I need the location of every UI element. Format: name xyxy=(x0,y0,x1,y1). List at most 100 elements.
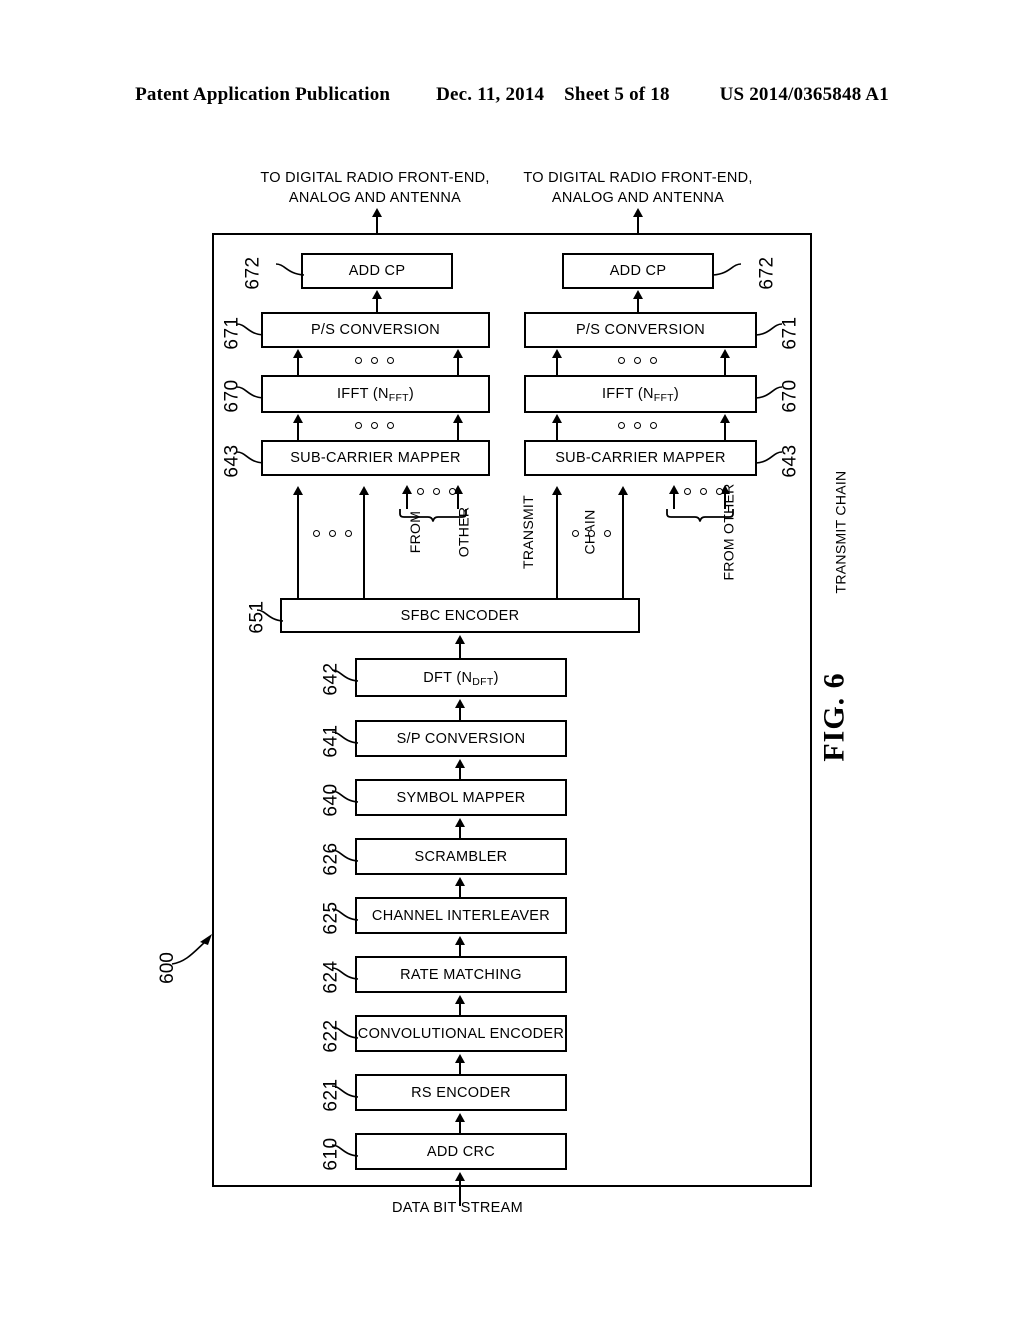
arrow-conv-to-ratematch-head xyxy=(455,995,465,1004)
box-ifft-right-label: IFFT (N xyxy=(601,386,654,402)
box-add-cp-left-label: ADD CP xyxy=(348,263,406,279)
ellipsis-scm-ifft-right xyxy=(618,422,657,429)
box-ps-conversion-right-label: P/S CONVERSION xyxy=(575,322,706,338)
from-other-left-word-2: TRANSMIT xyxy=(519,495,536,569)
box-add-cp-left[interactable]: ADD CP xyxy=(301,253,453,289)
box-symbol-mapper[interactable]: SYMBOL MAPPER xyxy=(355,779,567,816)
arrow-rs-to-conv-head xyxy=(455,1054,465,1063)
box-sp-conversion[interactable]: S/P CONVERSION xyxy=(355,720,567,757)
box-rs-encoder[interactable]: RS ENCODER xyxy=(355,1074,567,1111)
arrow-scm-to-ifft-right-b-shaft xyxy=(724,422,726,441)
other-chain-right-1-shaft xyxy=(673,493,675,509)
arrow-ifft-to-ps-left-a-shaft xyxy=(297,357,299,376)
box-channel-interleaver-label: CHANNEL INTERLEAVER xyxy=(371,907,551,924)
arrow-crc-to-rs-shaft xyxy=(459,1121,461,1133)
ref-651: 651 xyxy=(246,600,268,634)
ellipsis-other-chain-left xyxy=(417,488,456,495)
arrow-ifft-to-ps-left-b-head xyxy=(453,349,463,358)
sfbc-feed-right-2-head xyxy=(618,486,628,495)
ref-670-right: 670 xyxy=(779,379,801,413)
box-ps-conversion-left-label: P/S CONVERSION xyxy=(310,322,441,338)
figure-6-diagram: TO DIGITAL RADIO FRONT-END, ANALOG AND A… xyxy=(0,0,1024,1320)
box-sfbc-encoder[interactable]: SFBC ENCODER xyxy=(280,598,640,633)
arrow-scm-to-ifft-right-b-head xyxy=(720,414,730,423)
arrow-scm-to-ifft-left-a-shaft xyxy=(297,422,299,441)
arrow-interleaver-to-scrambler-shaft xyxy=(459,885,461,897)
box-add-cp-right[interactable]: ADD CP xyxy=(562,253,714,289)
arrow-ifft-to-ps-right-b-head xyxy=(720,349,730,358)
box-ifft-left-label-tail: ) xyxy=(408,386,415,402)
box-rate-matching[interactable]: RATE MATCHING xyxy=(355,956,567,993)
arrow-ifft-to-ps-right-a-head xyxy=(552,349,562,358)
callout-top-left: TO DIGITAL RADIO FRONT-END, ANALOG AND A… xyxy=(260,168,490,208)
arrow-dft-to-sfbc-head xyxy=(455,635,465,644)
box-ifft-left[interactable]: IFFT (N FFT) xyxy=(261,375,490,413)
box-add-crc[interactable]: ADD CRC xyxy=(355,1133,567,1170)
ellipsis-scm-ifft-left xyxy=(355,422,394,429)
box-subcarrier-mapper-right[interactable]: SUB-CARRIER MAPPER xyxy=(524,440,757,476)
figure-label: FIG. 6 xyxy=(817,672,851,762)
output-arrow-right-head xyxy=(633,208,643,217)
arrow-scm-to-ifft-left-a-head xyxy=(293,414,303,423)
arrow-scm-to-ifft-right-a-head xyxy=(552,414,562,423)
ref-643-left: 643 xyxy=(221,444,243,478)
arrow-crc-to-rs-head xyxy=(455,1113,465,1122)
sfbc-feed-left-1-head xyxy=(293,486,303,495)
arrow-sp-to-dft-shaft xyxy=(459,707,461,720)
box-ifft-right[interactable]: IFFT (N FFT) xyxy=(524,375,757,413)
arrow-symbol-to-sp-shaft xyxy=(459,767,461,779)
callout-top-left-line2: ANALOG AND ANTENNA xyxy=(288,190,462,206)
callout-top-right-line2: ANALOG AND ANTENNA xyxy=(551,190,725,206)
box-channel-interleaver[interactable]: CHANNEL INTERLEAVER xyxy=(355,897,567,934)
sfbc-feed-right-2-shaft xyxy=(622,494,624,598)
arrow-interleaver-to-scrambler-head xyxy=(455,877,465,886)
box-dft[interactable]: DFT (N DFT) xyxy=(355,658,567,697)
box-ps-conversion-left[interactable]: P/S CONVERSION xyxy=(261,312,490,348)
sfbc-feed-left-1-shaft xyxy=(297,494,299,598)
other-chain-left-1-head xyxy=(402,485,412,494)
box-ifft-right-sub: FFT xyxy=(653,392,674,404)
arrow-scrambler-to-symbol-shaft xyxy=(459,826,461,838)
label-from-other-transmit-chain-right: FROM OTHER TRANSMIT CHAIN xyxy=(680,471,902,594)
ref-670-left: 670 xyxy=(221,379,243,413)
box-dft-label-tail: ) xyxy=(493,669,499,686)
box-sp-conversion-label: S/P CONVERSION xyxy=(396,730,526,747)
arrow-ratematch-to-interleaver-shaft xyxy=(459,944,461,956)
arrow-scm-to-ifft-left-b-shaft xyxy=(457,422,459,441)
callout-top-right: TO DIGITAL RADIO FRONT-END, ANALOG AND A… xyxy=(523,168,753,208)
ref-640: 640 xyxy=(320,783,342,817)
arrow-ifft-to-ps-left-b-shaft xyxy=(457,357,459,376)
arrow-ifft-to-ps-left-a-head xyxy=(293,349,303,358)
arrow-ps-to-addcp-left-head xyxy=(372,290,382,299)
input-arrow-head xyxy=(455,1172,465,1181)
other-chain-right-1-head xyxy=(669,485,679,494)
ellipsis-ifft-ps-right xyxy=(618,357,657,364)
ellipsis-sfbc-feed-left xyxy=(313,530,352,537)
arrow-scm-to-ifft-right-a-shaft xyxy=(556,422,558,441)
box-subcarrier-mapper-right-label: SUB-CARRIER MAPPER xyxy=(555,450,726,466)
arrow-ifft-to-ps-right-a-shaft xyxy=(556,357,558,376)
ellipsis-other-chain-right xyxy=(684,488,723,495)
arrow-conv-to-ratematch-shaft xyxy=(459,1003,461,1015)
arrow-rs-to-conv-shaft xyxy=(459,1062,461,1074)
box-ifft-left-sub: FFT xyxy=(388,392,409,404)
box-subcarrier-mapper-left-label: SUB-CARRIER MAPPER xyxy=(290,450,461,466)
ellipsis-sfbc-feed-right xyxy=(572,530,611,537)
box-scrambler[interactable]: SCRAMBLER xyxy=(355,838,567,875)
ref-643-right: 643 xyxy=(779,444,801,478)
ref-622: 622 xyxy=(320,1019,342,1053)
from-other-right-line-0: FROM OTHER xyxy=(720,483,737,581)
other-chain-left-1-shaft xyxy=(406,493,408,509)
box-convolutional-encoder[interactable]: CONVOLUTIONAL ENCODER xyxy=(355,1015,567,1052)
box-subcarrier-mapper-left[interactable]: SUB-CARRIER MAPPER xyxy=(261,440,490,476)
box-convolutional-encoder-label: CONVOLUTIONAL ENCODER xyxy=(357,1025,565,1042)
box-ps-conversion-right[interactable]: P/S CONVERSION xyxy=(524,312,757,348)
ref-626: 626 xyxy=(320,842,342,876)
arrow-ps-to-addcp-right-shaft xyxy=(637,298,639,312)
box-rate-matching-label: RATE MATCHING xyxy=(400,966,522,983)
sfbc-feed-left-2-head xyxy=(359,486,369,495)
from-other-right-line-1: TRANSMIT CHAIN xyxy=(832,470,849,594)
arrow-ratematch-to-interleaver-head xyxy=(455,936,465,945)
box-scrambler-label: SCRAMBLER xyxy=(414,848,508,865)
sfbc-feed-left-2-shaft xyxy=(363,494,365,598)
